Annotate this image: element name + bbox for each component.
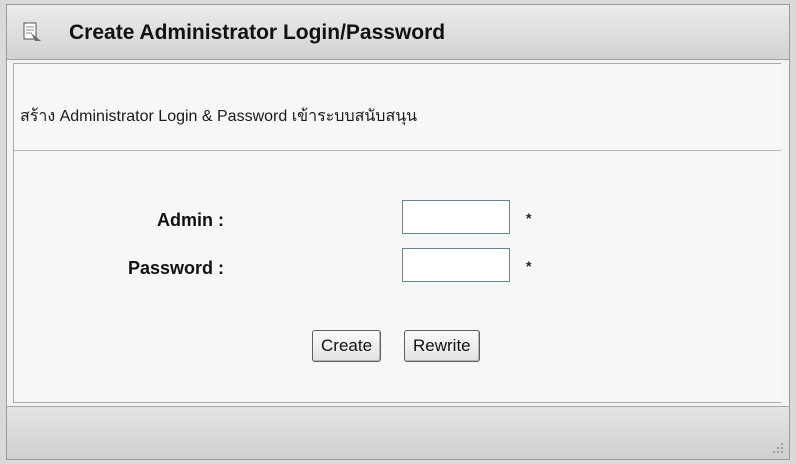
password-label: Password :	[127, 258, 224, 278]
document-icon	[21, 21, 43, 43]
title-bar: Create Administrator Login/Password	[7, 5, 789, 60]
description-text: สร้าง Administrator Login & Password เข้…	[20, 108, 418, 125]
rewrite-button[interactable]: Rewrite	[404, 330, 480, 362]
admin-label: Admin :	[157, 210, 224, 230]
create-button[interactable]: Create	[312, 330, 382, 362]
create-admin-window: Create Administrator Login/Password สร้า…	[6, 4, 790, 460]
status-bar	[7, 406, 789, 459]
admin-required-marker: *	[526, 210, 532, 226]
resize-grip-icon[interactable]	[769, 439, 785, 455]
divider	[14, 150, 781, 151]
password-required-marker: *	[526, 258, 532, 274]
content-panel: สร้าง Administrator Login & Password เข้…	[13, 63, 781, 403]
window-title: Create Administrator Login/Password	[69, 21, 446, 44]
admin-input[interactable]	[402, 200, 510, 234]
password-input[interactable]	[402, 248, 510, 282]
